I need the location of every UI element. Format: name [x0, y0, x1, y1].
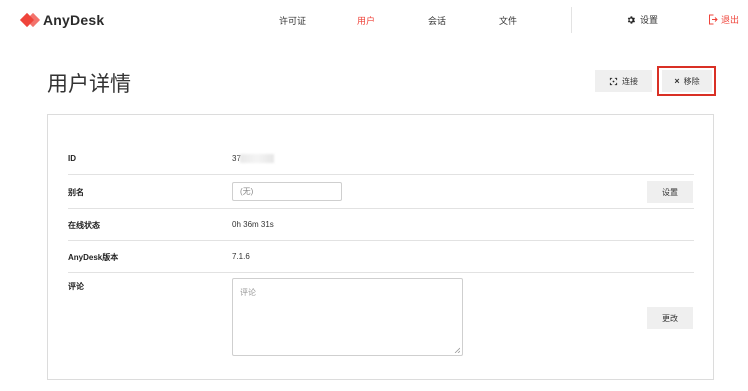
remove-button[interactable]: × 移除: [662, 70, 712, 92]
anydesk-logo[interactable]: AnyDesk: [19, 12, 105, 28]
alias-set-button[interactable]: 设置: [647, 181, 693, 203]
online-status-label: 在线状态: [68, 221, 100, 230]
nav-users[interactable]: 用户: [357, 14, 375, 27]
id-label: ID: [68, 154, 76, 163]
nav-sessions[interactable]: 会话: [428, 14, 446, 27]
page-title: 用户详情: [47, 73, 131, 96]
gear-icon: [627, 15, 636, 24]
logo-text: AnyDesk: [43, 12, 105, 28]
comment-change-button[interactable]: 更改: [647, 307, 693, 329]
settings-link[interactable]: 设置: [626, 13, 658, 26]
row-divider: [68, 174, 694, 175]
nav-licenses[interactable]: 许可证: [279, 14, 306, 27]
remove-label: 移除: [683, 76, 700, 86]
nav-divider: [571, 7, 572, 33]
version-label: AnyDesk版本: [68, 253, 119, 262]
id-redacted: [240, 154, 274, 163]
close-icon: ×: [674, 76, 680, 86]
comment-label: 评论: [68, 282, 84, 291]
settings-label: 设置: [640, 15, 659, 25]
anydesk-logo-icon: [19, 12, 41, 28]
logout-icon: [709, 14, 718, 25]
row-divider: [68, 208, 694, 209]
logout-link[interactable]: 退出: [708, 13, 739, 26]
comment-placeholder: 评论: [240, 288, 256, 297]
alias-input[interactable]: (无): [232, 182, 342, 201]
top-bar: AnyDesk 许可证 用户 会话 文件 设置 退出: [0, 0, 748, 42]
alias-label: 别名: [68, 188, 84, 197]
connect-label: 连接: [622, 76, 638, 86]
logout-label: 退出: [721, 15, 740, 25]
comment-textarea[interactable]: 评论: [232, 278, 463, 356]
resize-grip-icon[interactable]: [454, 347, 460, 353]
row-divider: [68, 240, 694, 241]
online-status-value: 0h 36m 31s: [232, 220, 274, 229]
connect-icon: [609, 77, 618, 85]
row-divider: [68, 272, 694, 273]
nav-files[interactable]: 文件: [499, 14, 517, 27]
version-value: 7.1.6: [232, 252, 250, 261]
connect-button[interactable]: 连接: [595, 70, 652, 92]
